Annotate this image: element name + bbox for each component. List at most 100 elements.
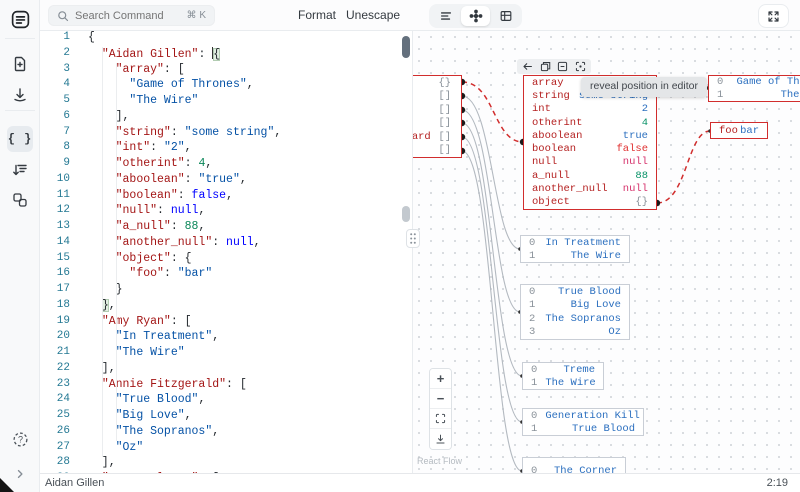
node-row[interactable]: 1The Wire — [521, 249, 629, 262]
node-row[interactable]: foo bar — [711, 123, 767, 138]
line-number: 6 — [63, 109, 70, 122]
editor-line: 19 "Amy Ryan": [ — [40, 315, 412, 331]
focus-node-icon[interactable] — [575, 61, 586, 72]
node-row[interactable]: 0 Generation Kill — [523, 409, 643, 422]
line-number: 24 — [56, 393, 70, 406]
node-row[interactable]: 0 The Corner — [523, 458, 625, 473]
back-icon[interactable] — [522, 61, 533, 72]
node-row[interactable]: Alice Farmer[] — [413, 144, 461, 158]
editor-line: 18 }, — [40, 298, 412, 315]
graph-canvas[interactable]: Aidan Gillen{}Amy Ryan[]Annie Fitzgerald… — [413, 31, 800, 473]
line-code: "null": null, — [115, 204, 206, 218]
sidebar-divider — [5, 38, 35, 39]
editor-line: 14 "another_null": null, — [40, 236, 412, 252]
node-row[interactable]: aboolean true — [524, 129, 656, 142]
panel-splitter-handle[interactable] — [406, 229, 420, 248]
transform-icon[interactable] — [7, 157, 33, 183]
copy-icon[interactable] — [540, 61, 551, 72]
rows-view-icon[interactable] — [431, 6, 460, 26]
node-row[interactable]: Aidan Gillen{} — [413, 76, 461, 90]
unescape-button[interactable]: Unescape — [346, 8, 400, 22]
node-row[interactable]: int 2 — [524, 103, 656, 116]
editor-scrollbar-thumb[interactable] — [402, 36, 410, 58]
search-input[interactable] — [75, 9, 181, 22]
zoom-in-icon[interactable]: + — [430, 369, 451, 389]
node-row[interactable]: 1The Wire — [709, 89, 800, 102]
line-code: "foo": "bar" — [129, 267, 213, 281]
view-mode-switcher — [429, 4, 522, 28]
node-anwan[interactable]: 0 Treme 1 The Wire — [522, 362, 604, 390]
node-amy[interactable]: 0 In Treatment 1 The Wire — [520, 235, 630, 263]
line-code: { — [88, 31, 95, 44]
editor-line: 24 "True Blood", — [40, 393, 412, 409]
line-number: 18 — [56, 298, 70, 311]
new-document-icon[interactable] — [7, 51, 33, 77]
node-alex[interactable]: 0 Generation Kill 1 True Blood — [522, 408, 644, 436]
search-command-box[interactable]: ⌘ K — [48, 5, 215, 26]
editor-line: 3 "array": [ — [40, 63, 412, 79]
editor-line: 25 "Big Love", — [40, 409, 412, 425]
node-row[interactable]: boolean false — [524, 142, 656, 155]
node-object[interactable]: foo bar — [710, 122, 768, 139]
node-row[interactable]: another_null null — [524, 182, 656, 195]
compare-icon[interactable] — [7, 187, 33, 213]
fullscreen-icon[interactable] — [758, 4, 789, 28]
logo[interactable] — [7, 6, 33, 32]
table-view-icon[interactable] — [491, 6, 520, 26]
node-row[interactable]: a_null 88 — [524, 169, 656, 182]
line-number: 4 — [63, 78, 70, 91]
node-annie[interactable]: 0 True Blood 1 Big Love 2 The Sopranos 3 Oz — [520, 284, 630, 340]
node-root[interactable]: Aidan Gillen{}Amy Ryan[]Annie Fitzgerald… — [413, 75, 462, 158]
editor-line: 20 "In Treatment", — [40, 330, 412, 346]
line-number: 2 — [63, 46, 70, 59]
fit-view-icon[interactable] — [430, 409, 451, 429]
line-number: 27 — [56, 440, 70, 453]
node-row[interactable]: Amy Ryan[] — [413, 90, 461, 104]
line-code: "otherint": 4, — [115, 157, 213, 170]
node-row[interactable]: otherint 4 — [524, 116, 656, 129]
node-row[interactable]: 3 Oz — [521, 326, 629, 340]
node-row[interactable]: 1 True Blood — [523, 422, 643, 435]
line-code: "aboolean": "true", — [115, 172, 247, 186]
node-alice[interactable]: 0 The Corner — [522, 457, 626, 473]
json-editor-icon[interactable]: { } — [7, 126, 33, 152]
collapse-node-icon[interactable] — [557, 61, 568, 72]
node-row[interactable]: 1 Big Love — [521, 299, 629, 313]
help-icon[interactable]: ? — [7, 426, 33, 452]
node-row[interactable]: 0 True Blood — [521, 285, 629, 299]
editor-line: 8 "int": "2", — [40, 141, 412, 157]
node-toolbar — [517, 59, 591, 74]
node-row[interactable]: Annie Fitzgerald[] — [413, 103, 461, 117]
node-row[interactable]: object{} — [524, 196, 656, 209]
editor-line: 21 "The Wire" — [40, 346, 412, 362]
line-code: "The Wire" — [129, 94, 199, 107]
node-row[interactable]: Anwan Glover[] — [413, 117, 461, 131]
sidebar: { } ? — [0, 0, 40, 492]
sidebar-divider — [5, 110, 35, 111]
editor-line: 6 ], — [40, 110, 412, 126]
json-editor[interactable]: 1{2 "Aidan Gillen": {3 "array": [4 "Game… — [40, 31, 412, 473]
line-code: "object": { — [115, 251, 192, 265]
node-row[interactable]: Alexander Skarsgard[] — [413, 130, 461, 144]
download-icon[interactable] — [7, 82, 33, 108]
tooltip: reveal position in editor — [581, 77, 707, 97]
format-button[interactable]: Format — [298, 8, 336, 22]
editor-line: 9 "otherint": 4, — [40, 157, 412, 173]
mouse-cursor — [0, 478, 14, 492]
node-got[interactable]: 0Game of Thrones1The Wire — [708, 75, 800, 102]
editor-line: 27 "Oz" — [40, 441, 412, 457]
node-row[interactable]: 0Game of Thrones — [709, 76, 800, 89]
node-row[interactable]: 0 In Treatment — [521, 236, 629, 249]
editor-line: 1{ — [40, 31, 412, 47]
line-number: 10 — [56, 172, 70, 185]
zoom-out-icon[interactable]: − — [430, 389, 451, 409]
line-number: 15 — [56, 251, 70, 264]
node-row[interactable]: 2 The Sopranos — [521, 312, 629, 326]
node-row[interactable]: 1The Wire — [523, 376, 603, 389]
node-row[interactable]: 0 Treme — [523, 363, 603, 376]
node-row[interactable]: null null — [524, 156, 656, 169]
line-number: 12 — [56, 204, 70, 217]
editor-line: 26 "The Sopranos", — [40, 425, 412, 441]
download-image-icon[interactable] — [430, 429, 451, 449]
graph-view-icon[interactable] — [461, 6, 490, 26]
